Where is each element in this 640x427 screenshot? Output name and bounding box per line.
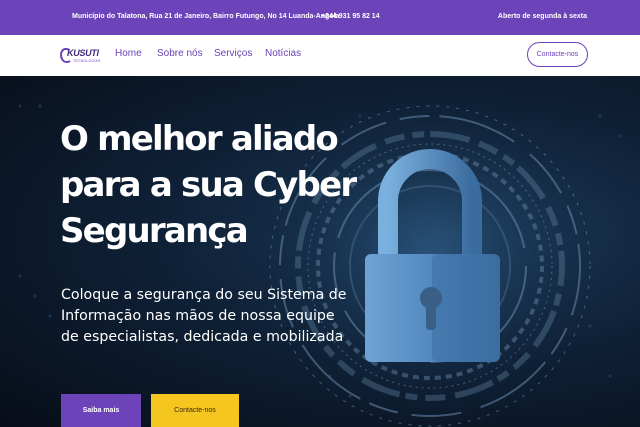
nav-contact-button[interactable]: Contacte-nos bbox=[527, 42, 588, 67]
hero-section: O melhor aliado para a sua Cyber Seguran… bbox=[0, 76, 640, 427]
address-text: Município do Talatona, Rua 21 de Janeiro… bbox=[72, 13, 340, 20]
saiba-mais-button[interactable]: Saiba mais bbox=[61, 394, 141, 427]
main-navbar: KUSUTI TECNOLOGIAS Home Sobre nós Serviç… bbox=[0, 35, 640, 76]
brand-logo[interactable]: KUSUTI TECNOLOGIAS bbox=[60, 46, 100, 66]
logo-tagline: TECNOLOGIAS bbox=[73, 59, 101, 63]
hero-title: O melhor aliado para a sua Cyber Seguran… bbox=[60, 119, 357, 251]
nav-link-sobre-nos[interactable]: Sobre nós bbox=[157, 48, 203, 59]
top-info-bar: Município do Talatona, Rua 21 de Janeiro… bbox=[0, 0, 640, 35]
nav-link-servicos[interactable]: Serviços bbox=[214, 48, 252, 59]
hours-text: Aberto de segunda à sexta bbox=[497, 13, 587, 20]
nav-link-home[interactable]: Home bbox=[115, 48, 142, 59]
nav-link-noticias[interactable]: Notícias bbox=[265, 48, 301, 59]
logo-name: KUSUTI bbox=[67, 48, 99, 58]
hero-contact-button[interactable]: Contacte-nos bbox=[151, 394, 239, 427]
hero-subtitle: Coloque a segurança do seu Sistema de In… bbox=[61, 287, 347, 345]
phone-text[interactable]: +244 931 95 82 14 bbox=[321, 13, 380, 20]
